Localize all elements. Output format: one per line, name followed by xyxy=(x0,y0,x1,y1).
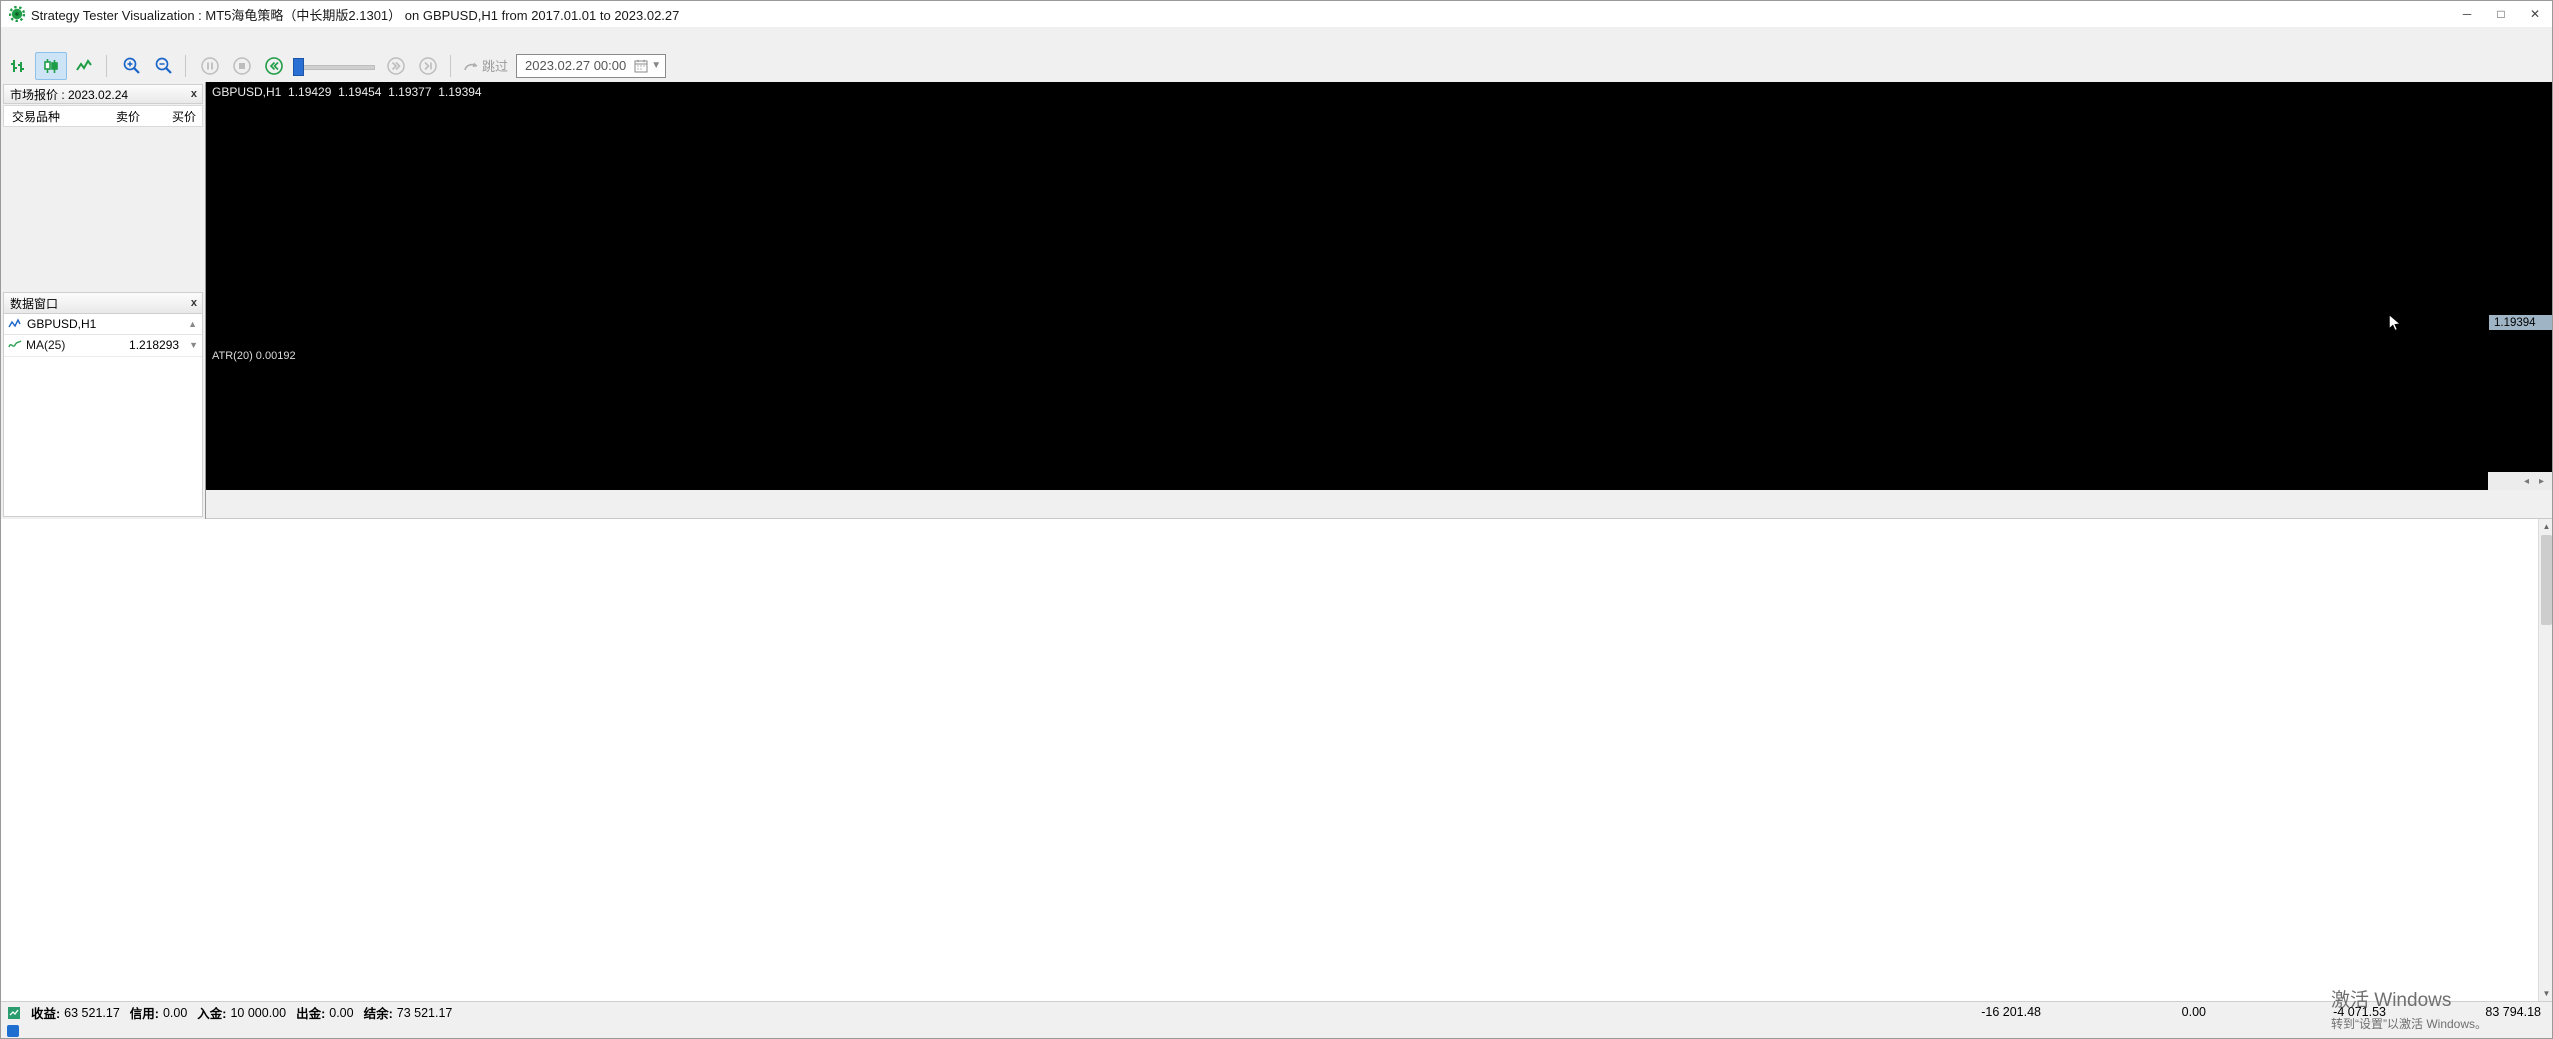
atr-indicator-label: ATR(20) 0.00192 xyxy=(212,350,296,362)
toolbar: 跳过 2023.02.27 00:00 ▼ xyxy=(1,49,2552,83)
speed-slider[interactable] xyxy=(293,53,375,79)
table-scrollbar[interactable]: ▲ ▼ xyxy=(2538,519,2552,1001)
scroll-left-icon[interactable]: ◂ xyxy=(2524,476,2529,487)
window-title: Strategy Tester Visualization : MT5海龟策略（… xyxy=(31,7,680,23)
title-bar[interactable]: Strategy Tester Visualization : MT5海龟策略（… xyxy=(1,1,2552,27)
floating-total: -16 201.48 xyxy=(1981,1005,2041,1019)
bar-chart-icon[interactable] xyxy=(3,53,33,79)
fee-total: 0.00 xyxy=(2181,1005,2206,1019)
col-ask[interactable]: 买价 xyxy=(144,108,202,125)
profit-value: 63 521.17 xyxy=(64,1005,120,1020)
market-watch-header[interactable]: 市场报价 : 2023.02.24 x xyxy=(3,84,203,104)
market-watch-close-icon[interactable]: x xyxy=(191,88,197,100)
data-window-instrument[interactable]: GBPUSD,H1 ▲ xyxy=(4,314,202,335)
withdraw-value: 0.00 xyxy=(329,1005,354,1020)
col-symbol[interactable]: 交易品种 xyxy=(4,108,88,125)
atr-indicator-pane[interactable] xyxy=(206,348,2553,472)
minimize-button[interactable]: ─ xyxy=(2450,1,2484,27)
toolbar-separator xyxy=(185,54,186,77)
summary-icon xyxy=(8,1006,20,1019)
zoom-in-icon[interactable] xyxy=(116,53,146,79)
ma-label: MA(25) xyxy=(26,338,66,353)
calendar-icon xyxy=(634,59,648,72)
market-watch-column-header[interactable]: 交易品种 卖价 买价 xyxy=(3,105,203,127)
col-bid[interactable]: 卖价 xyxy=(88,108,144,125)
strategy-tester-window: Strategy Tester Visualization : MT5海龟策略（… xyxy=(0,0,2553,1039)
skip-control[interactable]: 跳过 xyxy=(462,56,508,75)
line-chart-icon[interactable] xyxy=(69,53,99,79)
profit-label: 收益: xyxy=(31,1007,61,1021)
chart-tab-bar xyxy=(206,490,2552,519)
status-bar: 收益: 63 521.17 信用: 0.00 入金: 10 000.00 出金: 0.0… xyxy=(1,1001,2552,1023)
chevron-down-icon: ▼ xyxy=(651,60,662,71)
swap-total: -4 071.53 xyxy=(2333,1005,2386,1019)
menu-bar xyxy=(1,27,2552,50)
left-panel: 市场报价 : 2023.02.24 x 交易品种 卖价 买价 数据窗口 x GB… xyxy=(1,82,206,519)
ma-value: 1.218293 xyxy=(129,338,180,353)
slider-handle[interactable] xyxy=(293,57,304,76)
bottom-tab-bar xyxy=(1,1022,2552,1038)
close-button[interactable]: ✕ xyxy=(2518,1,2552,27)
rewind-icon[interactable] xyxy=(259,53,289,79)
chart-area[interactable]: GBPUSD,H1 1.19429 1.19454 1.19377 1.1939… xyxy=(206,82,2553,490)
chart-low: 1.19377 xyxy=(388,85,432,99)
credit-value: 0.00 xyxy=(162,1005,188,1020)
chart-ohlc-header: GBPUSD,H1 1.19429 1.19454 1.19377 1.1939… xyxy=(212,85,482,99)
skip-date-value: 2023.02.27 00:00 xyxy=(525,58,627,73)
instrument-label: GBPUSD,H1 xyxy=(27,317,97,331)
data-window-close-icon[interactable]: x xyxy=(191,297,197,309)
deposit-label: 入金: xyxy=(197,1007,227,1021)
data-window-header[interactable]: 数据窗口 x xyxy=(4,293,202,314)
toolbar-separator xyxy=(106,54,107,77)
data-window-panel: 数据窗口 x GBPUSD,H1 ▲ MA(25) 1.218293 ▼ xyxy=(3,292,203,517)
time-axis[interactable] xyxy=(206,472,2488,490)
skip-to-end-icon[interactable] xyxy=(413,53,443,79)
scrollbar-up-icon[interactable]: ▲ xyxy=(2539,519,2552,534)
balance-value: 73 521.17 xyxy=(396,1005,453,1020)
mouse-cursor xyxy=(2388,314,2402,332)
connection-status-icon xyxy=(7,1025,19,1037)
zoom-out-icon[interactable] xyxy=(148,53,178,79)
pause-icon[interactable] xyxy=(195,53,225,79)
credit-label: 信用: xyxy=(129,1007,159,1021)
withdraw-label: 出金: xyxy=(296,1007,326,1021)
scrollbar-down-icon[interactable]: ▼ xyxy=(2539,986,2552,1001)
ma-indicator-icon xyxy=(8,340,22,348)
axis-corner-scroll[interactable]: ◂ ▸ xyxy=(2488,472,2552,490)
equity-total: 83 794.18 xyxy=(2485,1005,2541,1019)
maximize-button[interactable]: □ xyxy=(2484,1,2518,27)
toolbar-separator xyxy=(450,54,451,77)
scroll-down-icon[interactable]: ▼ xyxy=(189,340,202,350)
balance-label: 结余: xyxy=(363,1007,393,1021)
data-window-title: 数据窗口 xyxy=(10,296,59,311)
fast-forward-icon[interactable] xyxy=(381,53,411,79)
candlestick-chart-icon[interactable] xyxy=(35,51,67,80)
current-price-tag: 1.19394 xyxy=(2489,315,2552,330)
scroll-right-icon[interactable]: ▸ xyxy=(2539,476,2544,487)
skip-date-combobox[interactable]: 2023.02.27 00:00 ▼ xyxy=(516,53,667,78)
chart-line-icon xyxy=(8,318,21,328)
stop-icon[interactable] xyxy=(227,53,257,79)
chart-high: 1.19454 xyxy=(338,85,382,99)
slider-track xyxy=(293,64,375,70)
deposit-value: 10 000.00 xyxy=(230,1005,287,1020)
chart-close: 1.19394 xyxy=(438,85,482,99)
app-gear-icon xyxy=(9,6,25,22)
chart-symbol: GBPUSD,H1 xyxy=(212,85,282,99)
main-price-pane[interactable] xyxy=(206,82,2553,346)
skip-arrow-icon xyxy=(464,62,478,70)
skip-label: 跳过 xyxy=(482,59,509,74)
data-window-ma-row: MA(25) 1.218293 ▼ xyxy=(4,335,202,357)
history-table: ▲ ▼ xyxy=(1,519,2552,1001)
market-watch-title: 市场报价 : 2023.02.24 xyxy=(10,87,129,102)
scrollbar-thumb[interactable] xyxy=(2541,535,2552,625)
scroll-up-icon[interactable]: ▲ xyxy=(188,319,197,329)
chart-open: 1.19429 xyxy=(288,85,332,99)
